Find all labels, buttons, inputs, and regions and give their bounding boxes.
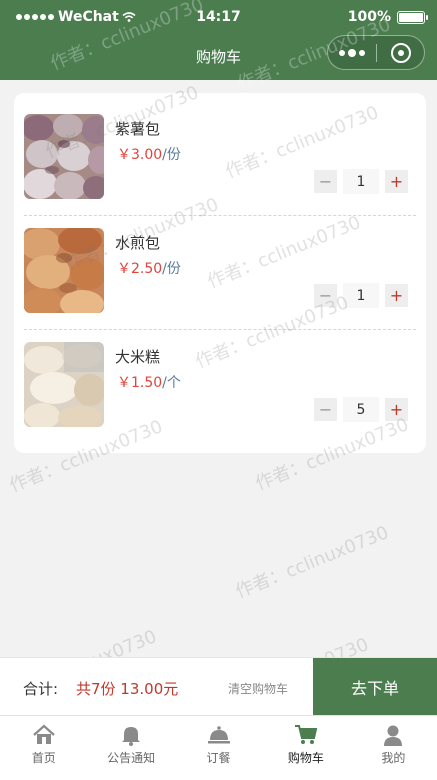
status-bar: WeChat 14:17 100%: [0, 0, 437, 32]
battery-percent: 100%: [347, 9, 391, 25]
increase-button[interactable]: +: [385, 398, 408, 421]
more-icon[interactable]: [328, 36, 376, 69]
price-value: ￥2.50: [117, 261, 163, 277]
cart-item: 水煎包 ￥2.50/份 − 1 +: [24, 215, 416, 329]
quantity-value[interactable]: 1: [343, 169, 379, 194]
close-mini-program-icon[interactable]: [377, 36, 424, 69]
decrease-button[interactable]: −: [314, 398, 337, 421]
cloche-icon: [207, 726, 230, 744]
price-value: ￥1.50: [117, 375, 163, 391]
product-image-purple-potato-bun: [24, 114, 104, 199]
price-unit: /个: [162, 375, 181, 391]
tab-label: 订餐: [206, 751, 231, 765]
quantity-stepper: − 5 +: [314, 397, 408, 422]
quantity-stepper: − 1 +: [314, 283, 408, 308]
header: WeChat 14:17 100% 购物车 作者：cclinux0730 作者：…: [0, 0, 437, 95]
price-value: ￥3.00: [117, 147, 163, 163]
increase-button[interactable]: +: [385, 284, 408, 307]
order-summary-bar: 合计: 共7份 13.00元 清空购物车 去下单: [0, 657, 437, 716]
price-unit: /份: [162, 261, 181, 277]
product-price: ￥1.50/个: [117, 372, 181, 392]
watermark: 作者：cclinux0730: [232, 522, 392, 603]
total-value: 共7份 13.00元: [76, 680, 179, 698]
price-unit: /份: [162, 147, 181, 163]
product-name: 大米糕: [115, 348, 161, 366]
tab-label: 首页: [31, 751, 56, 765]
total-label: 合计:: [23, 680, 59, 698]
cart-item: 紫薯包 ￥3.00/份 − 1 +: [24, 101, 416, 215]
home-icon: [32, 724, 55, 744]
tab-label: 购物车: [287, 751, 324, 765]
product-name: 水煎包: [115, 234, 161, 252]
user-icon: [384, 725, 403, 746]
tab-bar: 首页 公告通知 订餐 购物车 我的: [0, 715, 437, 780]
quantity-stepper: − 1 +: [314, 169, 408, 194]
tab-home[interactable]: 首页: [0, 716, 87, 780]
tab-label: 我的: [381, 751, 406, 765]
status-right: 100%: [347, 9, 428, 25]
battery-icon: [397, 10, 428, 24]
cart-icon: [294, 725, 318, 744]
bell-icon: [122, 727, 141, 746]
mini-program-capsule: [327, 35, 425, 70]
cart-item: 大米糕 ￥1.50/个 − 5 +: [24, 329, 416, 443]
decrease-button[interactable]: −: [314, 284, 337, 307]
cart-list: 紫薯包 ￥3.00/份 − 1 + 水煎包 ￥2.50/份 − 1 + 大米糕 …: [14, 93, 426, 453]
product-image-pan-fried-bun: [24, 228, 104, 313]
checkout-button[interactable]: 去下单: [313, 658, 437, 716]
product-name: 紫薯包: [115, 120, 161, 138]
quantity-value[interactable]: 5: [343, 397, 379, 422]
tab-label: 公告通知: [107, 751, 156, 765]
quantity-value[interactable]: 1: [343, 283, 379, 308]
increase-button[interactable]: +: [385, 170, 408, 193]
product-image-rice-cake: [24, 342, 104, 427]
tab-order-food[interactable]: 订餐: [175, 716, 262, 780]
tab-notice[interactable]: 公告通知: [87, 716, 174, 780]
clear-cart-button[interactable]: 清空购物车: [228, 680, 288, 697]
tab-mine[interactable]: 我的: [350, 716, 437, 780]
product-price: ￥3.00/份: [117, 144, 181, 164]
decrease-button[interactable]: −: [314, 170, 337, 193]
product-price: ￥2.50/份: [117, 258, 181, 278]
tab-cart[interactable]: 购物车: [262, 716, 349, 780]
